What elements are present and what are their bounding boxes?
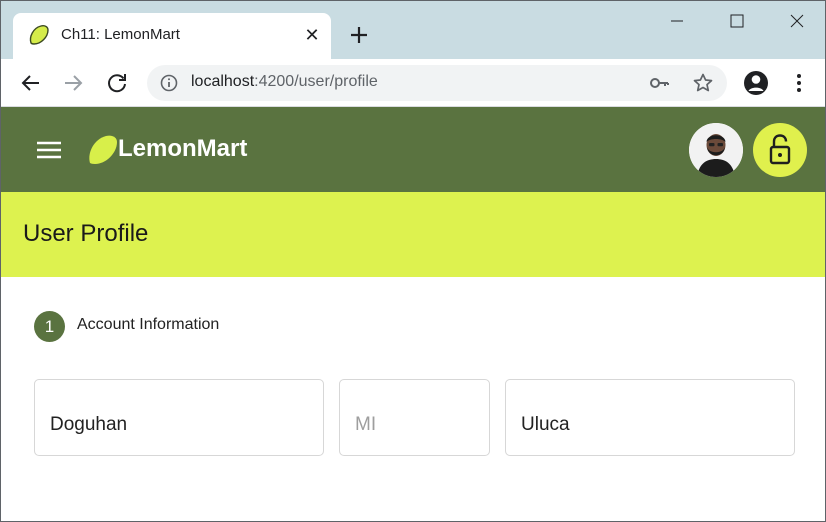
logout-button[interactable] xyxy=(753,123,807,177)
page-title: User Profile xyxy=(23,220,149,247)
tab-strip: Ch11: LemonMart ✕ xyxy=(1,1,825,59)
first-name-field[interactable] xyxy=(34,379,324,456)
step-number-badge[interactable]: 1 xyxy=(34,311,65,342)
avatar[interactable] xyxy=(689,123,743,177)
url-host: localhost xyxy=(191,73,255,90)
browser-window: Ch11: LemonMart ✕ localhost:4200/user/pr… xyxy=(0,0,826,522)
plus-icon[interactable] xyxy=(345,21,373,49)
address-bar[interactable]: localhost:4200/user/profile xyxy=(147,65,727,101)
url-text[interactable]: localhost:4200/user/profile xyxy=(191,73,378,91)
kebab-menu-icon[interactable] xyxy=(783,67,815,99)
last-name-input[interactable] xyxy=(521,414,766,436)
star-icon[interactable] xyxy=(691,71,715,95)
lemon-icon[interactable] xyxy=(85,132,121,168)
account-icon[interactable] xyxy=(740,67,772,99)
step-label[interactable]: Account Information xyxy=(77,316,219,334)
minimize-icon[interactable] xyxy=(647,1,707,41)
tab-close-icon[interactable]: ✕ xyxy=(301,24,323,46)
user-photo xyxy=(689,123,743,177)
reload-icon[interactable] xyxy=(101,67,133,99)
close-icon[interactable] xyxy=(767,1,826,41)
browser-tab[interactable]: Ch11: LemonMart ✕ xyxy=(13,13,331,59)
middle-initial-input[interactable] xyxy=(355,414,482,436)
url-path: :4200/user/profile xyxy=(254,73,378,90)
app-title[interactable]: LemonMart xyxy=(118,135,247,163)
middle-initial-field[interactable] xyxy=(339,379,490,456)
key-icon[interactable] xyxy=(647,71,671,95)
info-icon[interactable] xyxy=(159,73,179,93)
browser-toolbar: localhost:4200/user/profile xyxy=(1,59,825,107)
lock-open-icon xyxy=(769,134,791,165)
page-header: User Profile xyxy=(1,192,825,277)
tab-title: Ch11: LemonMart xyxy=(61,26,180,43)
forward-arrow-icon[interactable] xyxy=(57,67,89,99)
hamburger-menu-icon[interactable] xyxy=(33,135,65,165)
lemon-icon xyxy=(29,25,49,45)
app-toolbar: LemonMart xyxy=(1,107,825,192)
first-name-input[interactable] xyxy=(50,414,295,436)
back-arrow-icon[interactable] xyxy=(15,67,47,99)
maximize-icon[interactable] xyxy=(707,1,767,41)
last-name-field[interactable] xyxy=(505,379,795,456)
